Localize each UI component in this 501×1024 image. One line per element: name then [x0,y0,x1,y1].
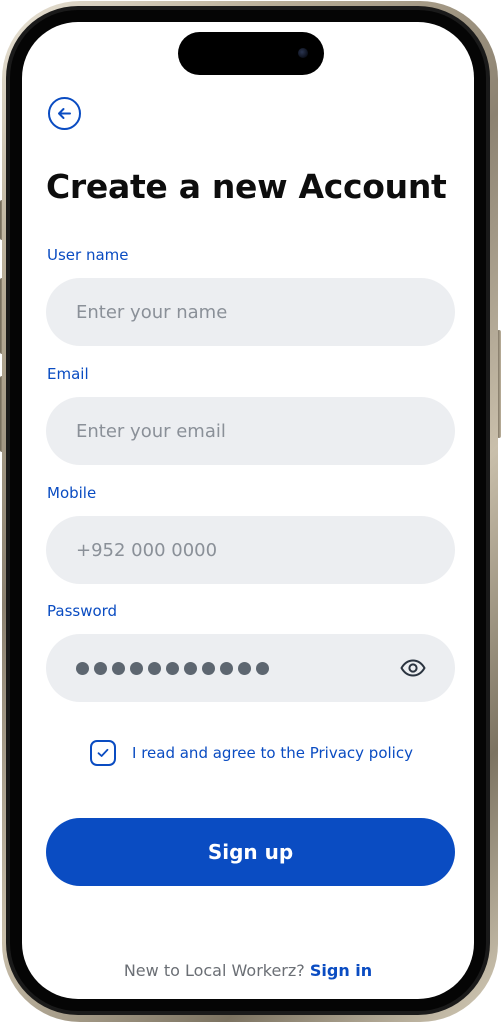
mobile-input[interactable] [76,539,425,561]
password-dot [166,661,179,675]
privacy-agreement: I read and agree to the Privacy policy [90,740,413,766]
password-masked-value [76,661,399,675]
footer: New to Local Workerz? Sign in [22,961,474,980]
password-input[interactable] [46,634,455,702]
email-input[interactable] [76,420,425,442]
page-title: Create a new Account [46,167,447,206]
show-password-toggle[interactable] [399,654,427,682]
footer-question: New to Local Workerz? [123,961,305,980]
password-dot [94,661,107,675]
password-dot [148,661,161,675]
privacy-agreement-text[interactable]: I read and agree to the Privacy policy [132,744,413,762]
username-field-container [46,278,455,346]
mobile-field-container [46,516,455,584]
eye-icon [400,659,426,677]
password-dot [256,661,269,675]
email-field-container [46,397,455,465]
username-label: User name [47,246,129,264]
device-stage: Create a new Account User name Email Mob… [0,0,501,1024]
password-dot [238,661,251,675]
password-dot [184,661,197,675]
screen: Create a new Account User name Email Mob… [22,22,474,999]
mobile-label: Mobile [47,484,97,502]
email-label: Email [47,365,89,383]
camera-icon [298,48,308,58]
checkmark-icon [97,748,109,757]
password-dot [112,661,125,675]
sign-up-button[interactable]: Sign up [46,818,455,886]
password-dot [202,661,215,675]
back-button[interactable] [48,97,81,130]
password-dot [76,661,89,675]
password-dot [220,661,233,675]
password-label: Password [47,602,118,620]
dynamic-island [178,32,324,75]
sign-in-link[interactable]: Sign in [310,961,372,980]
arrow-left-circle-icon [58,108,71,119]
privacy-checkbox[interactable] [90,740,116,766]
password-dot [130,661,143,675]
username-input[interactable] [76,301,425,323]
